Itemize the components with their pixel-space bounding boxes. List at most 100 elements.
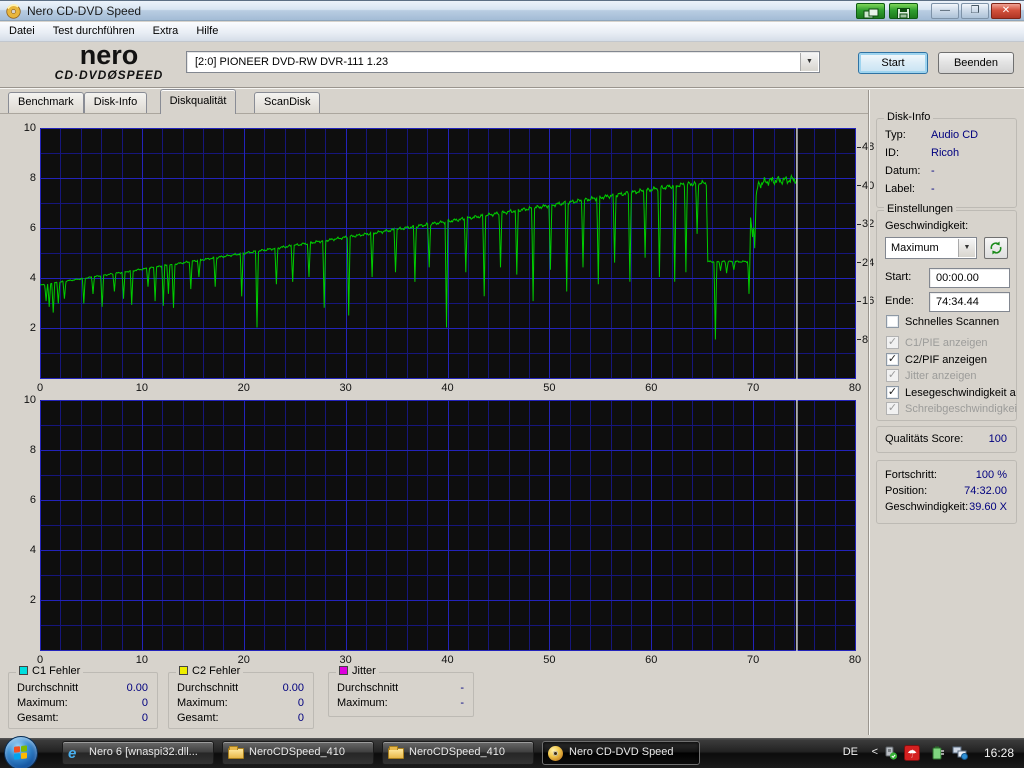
legend-color-swatch [339, 666, 348, 675]
y-axis-tick-label: 10 [14, 394, 36, 406]
end-time-input[interactable]: 74:34.44 [929, 292, 1010, 312]
x-axis-tick-label: 10 [129, 654, 155, 666]
chevron-down-icon[interactable]: ▼ [800, 53, 818, 71]
checkbox-label: Lesegeschwindigkeit a [905, 387, 1016, 399]
progress-label: Fortschritt: [885, 469, 937, 481]
legend-row-label: Durchschnitt [337, 682, 398, 694]
start-menu-button[interactable] [4, 736, 38, 768]
taskbar-button-2[interactable]: NeroCDSpeed_410 [222, 741, 374, 765]
disk-info-value: Ricoh [931, 147, 959, 159]
checkbox-box[interactable]: ✓ [886, 402, 899, 415]
tab-underline [0, 113, 869, 114]
maximize-button[interactable]: ❐ [961, 3, 989, 19]
tab-disk-info[interactable]: Disk-Info [84, 92, 147, 113]
checkbox-schnelles-scannen[interactable]: Schnelles Scannen [886, 315, 1024, 330]
save-button[interactable] [889, 3, 918, 19]
app-disc-icon [6, 4, 21, 19]
taskbar-button-1[interactable]: eNero 6 [wnaspi32.dll... [62, 741, 214, 765]
toolbar: nero CD·DVDØSPEED [2:0] PIONEER DVD-RW D… [0, 42, 1024, 87]
internet-explorer-icon: e [68, 746, 84, 762]
menu-item-datei[interactable]: Datei [0, 22, 44, 42]
refresh-speed-button[interactable] [984, 237, 1008, 259]
chevron-down-icon[interactable]: ▼ [958, 239, 975, 257]
x-axis-tick-label: 0 [27, 382, 53, 394]
screen: Nero CD-DVD Speed — ❐ ✕ DateiTest durchf… [0, 0, 1024, 768]
checkbox-jitter-anzeigen[interactable]: ✓ Jitter anzeigen [886, 369, 1024, 384]
progress-value: 100 % [976, 469, 1007, 481]
quality-score-value: 100 [989, 433, 1007, 445]
checkbox-box[interactable]: ✓ [886, 336, 899, 349]
legend-title: Jitter [336, 665, 379, 677]
menu-item-hilfe[interactable]: Hilfe [187, 22, 227, 42]
tab-diskqualit-t[interactable]: Diskqualität [160, 89, 237, 114]
legend-box-c1-fehler: C1 FehlerDurchschnitt0.00Maximum:0Gesamt… [8, 672, 158, 729]
time-field-row: Ende: 74:34.44 [877, 292, 1016, 312]
disk-info-value: - [931, 165, 935, 177]
legend-row-label: Durchschnitt [17, 682, 78, 694]
legend-row: Durchschnitt 0.00 [9, 682, 157, 697]
checkbox-box[interactable]: ✓ [886, 386, 899, 399]
checkbox-lesegeschwindigkeit-a[interactable]: ✓ Lesegeschwindigkeit a [886, 386, 1024, 401]
windows-flag-icon [14, 745, 28, 760]
legend-row-value: 0 [142, 697, 148, 709]
end-time-label: Ende: [885, 295, 914, 307]
x-axis-tick-label: 80 [842, 382, 868, 394]
avira-icon[interactable]: ☂ [904, 745, 920, 764]
checkbox-box[interactable] [886, 315, 899, 328]
y-axis-tick-label: 2 [14, 322, 36, 334]
checkbox-box[interactable]: ✓ [886, 369, 899, 382]
usb-safely-remove-icon[interactable] [883, 746, 898, 763]
taskbar-clock[interactable]: 16:28 [984, 746, 1014, 760]
start-button[interactable]: Start [858, 52, 928, 74]
legend-row-label: Maximum: [337, 697, 388, 709]
copy-to-clipboard-button[interactable] [856, 3, 885, 19]
checkbox-label: Jitter anzeigen [905, 370, 977, 382]
quit-button[interactable]: Beenden [938, 52, 1014, 74]
x-axis-tick-label: 30 [333, 382, 359, 394]
speed-select[interactable]: Maximum ▼ [885, 237, 977, 259]
disk-info-row: ID: Ricoh [877, 147, 1016, 162]
network-icon[interactable] [952, 746, 968, 763]
progress-label: Geschwindigkeit: [885, 501, 968, 513]
drive-select[interactable]: [2:0] PIONEER DVD-RW DVR-111 1.23 ▼ [186, 51, 820, 73]
power-icon[interactable] [931, 746, 946, 763]
checkbox-c2-pif-anzeigen[interactable]: ✓C2/PIF anzeigen [886, 353, 1024, 368]
menu-item-test-durchf-hren[interactable]: Test durchführen [44, 22, 144, 42]
progress-value: 74:32.00 [964, 485, 1007, 497]
panel-separator [868, 90, 870, 735]
tab-scandisk[interactable]: ScanDisk [254, 92, 320, 113]
taskbar-button-4[interactable]: Nero CD-DVD Speed [542, 741, 700, 765]
y-axis-tick-label: 8 [14, 444, 36, 456]
progress-row: Fortschritt: 100 % [877, 469, 1016, 484]
menu-item-extra[interactable]: Extra [144, 22, 188, 42]
x-axis-tick-label: 80 [842, 654, 868, 666]
time-field-row: Start:00:00.00 [877, 268, 1016, 288]
x-axis-tick-label: 60 [638, 654, 664, 666]
close-button[interactable]: ✕ [991, 3, 1021, 19]
taskbar-button-3[interactable]: NeroCDSpeed_410 [382, 741, 534, 765]
x-axis-tick-label: 70 [740, 382, 766, 394]
tab-benchmark[interactable]: Benchmark [8, 92, 84, 113]
window-title: Nero CD-DVD Speed [27, 4, 141, 18]
disc-icon [548, 746, 563, 761]
y2-axis-tick-label: 48 [857, 141, 874, 153]
legend-row-value: 0.00 [127, 682, 148, 694]
tray-chevron-icon[interactable]: < [872, 746, 878, 758]
quality-scan-chart [40, 128, 856, 379]
legend-row: Durchschnitt0.00 [169, 682, 313, 697]
checkbox-schreibgeschwindigkei[interactable]: ✓Schreibgeschwindigkei [886, 402, 1024, 417]
x-axis-tick-label: 70 [740, 654, 766, 666]
disk-info-value: Audio CD [931, 129, 978, 141]
minimize-button[interactable]: — [931, 3, 959, 19]
checkbox-c1-pie-anzeigen[interactable]: ✓C1/PIE anzeigen [886, 336, 1024, 351]
y2-axis-tick-label: 40 [857, 180, 874, 192]
language-indicator[interactable]: DE [843, 746, 858, 758]
checkbox-box[interactable]: ✓ [886, 353, 899, 366]
y2-axis-tick-label: 8 [857, 334, 868, 346]
menu-bar: DateiTest durchführenExtraHilfe [0, 22, 1024, 42]
start-time-input[interactable]: 00:00.00 [929, 268, 1010, 288]
tab-strip: BenchmarkDisk-Info Diskqualität ScanDisk [0, 89, 1024, 114]
quality-score-label: Qualitäts Score: [885, 433, 963, 445]
disk-info-label: Datum: [885, 165, 920, 177]
disk-info-label: ID: [885, 147, 899, 159]
